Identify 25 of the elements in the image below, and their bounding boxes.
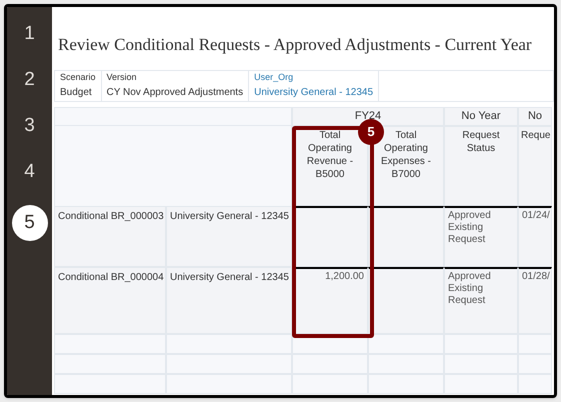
table-cell: University General - 12345: [166, 266, 292, 334]
table-cell: Approved Existing Request: [444, 206, 518, 266]
pov-value: Budget: [60, 86, 93, 100]
step-number: 4: [23, 160, 36, 184]
column-group-header: No Year: [444, 106, 518, 126]
pov-label: Version: [106, 71, 138, 84]
column-header: Request Status: [444, 126, 518, 206]
step-number: 5: [12, 205, 48, 241]
table-cell: University General - 12345: [166, 206, 292, 266]
page-title: Review Conditional Requests - Approved Adjustments - Current Year: [57, 34, 533, 56]
table-cell: 01/28/: [518, 266, 552, 334]
table-cell: Approved Existing Request: [444, 266, 518, 334]
column-header: Reque: [518, 126, 552, 206]
pov-value: CY Nov Approved Adjustments: [106, 86, 244, 100]
table-cell: 01/24/: [518, 206, 552, 266]
column-group-header: No: [518, 106, 552, 126]
column-group-header: FY24: [292, 106, 444, 126]
pov-label: User_Org: [254, 71, 294, 84]
table-cell: Conditional BR_000004: [54, 266, 166, 334]
step-number: 1: [23, 22, 36, 46]
pov-label: Scenario: [60, 71, 96, 84]
step-number: 2: [23, 68, 36, 92]
step-number: 3: [23, 114, 36, 138]
pov-value[interactable]: University General - 12345: [254, 84, 374, 100]
table-cell: Conditional BR_000003: [54, 206, 166, 266]
